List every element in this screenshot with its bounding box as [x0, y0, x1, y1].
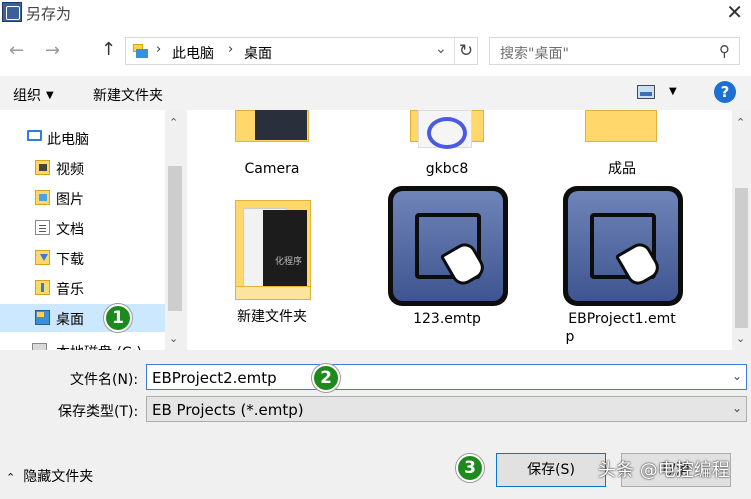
- scroll-down-icon[interactable]: ⌄: [736, 332, 745, 345]
- desktop-location-icon: [133, 44, 149, 58]
- folder-preview-image: [418, 110, 472, 149]
- folder-icon: [585, 110, 657, 142]
- preview-text: 化程序: [275, 257, 303, 267]
- view-mode-icon[interactable]: [637, 85, 655, 99]
- file-list-scrollbar[interactable]: ⌃ ⌄: [732, 110, 751, 350]
- scroll-up-icon[interactable]: ⌃: [169, 116, 178, 129]
- file-item-camera[interactable]: Camera: [187, 110, 357, 182]
- step-badge-3: 3: [456, 454, 484, 482]
- toolbar: 组织 ▼ 新建文件夹 ▼ ?: [0, 76, 751, 110]
- breadcrumb-separator[interactable]: ›: [228, 42, 233, 57]
- new-folder-button[interactable]: 新建文件夹: [93, 85, 163, 105]
- filename-value: EBProject2.emtp: [152, 369, 277, 387]
- filename-field[interactable]: EBProject2.emtp ⌄: [146, 364, 747, 390]
- search-placeholder: 搜索"桌面": [500, 46, 569, 62]
- window-title: 另存为: [26, 5, 72, 23]
- forward-arrow-icon[interactable]: →: [45, 40, 60, 61]
- scrollbar-thumb[interactable]: [168, 166, 182, 311]
- address-bar[interactable]: › 此电脑 › 桌面 ⌄ ↻: [125, 37, 478, 65]
- navigation-scrollbar[interactable]: ⌃ ⌄: [165, 110, 185, 350]
- file-list: Camera gkbc8 成品 化程序 新建文件夹 123.emtp EBPro…: [187, 110, 732, 350]
- sidebar-item-label: 下载: [56, 252, 84, 268]
- watermark: 头条 @电控编程: [598, 460, 730, 481]
- sidebar-item-label: 本地磁盘 (C:): [56, 342, 142, 350]
- step-badge-1: 1: [104, 304, 132, 332]
- folder-preview-image: [255, 110, 307, 140]
- file-name: Camera: [244, 161, 300, 177]
- file-name: 成品: [608, 161, 636, 177]
- sidebar-item-label: 此电脑: [47, 132, 89, 148]
- emtp-file-icon: [388, 186, 508, 306]
- file-item-123-emtp[interactable]: 123.emtp: [362, 186, 532, 327]
- filetype-label: 保存类型(T):: [58, 404, 139, 420]
- sidebar-item-label: 文档: [56, 222, 84, 238]
- emtp-file-icon: [563, 186, 683, 306]
- breadcrumb-desktop[interactable]: 桌面: [244, 43, 272, 63]
- computer-icon: [27, 130, 42, 141]
- scroll-up-icon[interactable]: ⌃: [736, 116, 745, 129]
- sidebar-item-pictures[interactable]: 图片: [0, 184, 165, 212]
- view-caret-icon[interactable]: ▼: [669, 86, 677, 97]
- app-icon: [2, 2, 22, 22]
- desktop-folder-icon: [35, 310, 50, 325]
- file-name: 新建文件夹: [237, 309, 307, 325]
- up-arrow-icon[interactable]: ↑: [101, 39, 116, 60]
- title-bar: 另存为 ✕: [0, 0, 751, 30]
- search-icon: ⚲: [719, 42, 730, 60]
- sidebar-item-label: 图片: [56, 192, 84, 208]
- step-badge-2: 2: [312, 364, 340, 392]
- navigation-pane: 此电脑 视频 图片 文档 下载 音乐 桌面 本地磁盘 (C:): [0, 110, 185, 350]
- sidebar-item-videos[interactable]: 视频: [0, 154, 165, 182]
- breadcrumb-separator[interactable]: ›: [156, 42, 161, 57]
- file-name: gkbc8: [425, 161, 469, 177]
- documents-folder-icon: [35, 220, 50, 235]
- breadcrumb-this-pc[interactable]: 此电脑: [172, 43, 214, 63]
- help-icon[interactable]: ?: [714, 81, 736, 103]
- organize-label: 组织: [13, 88, 41, 104]
- filetype-value: EB Projects (*.emtp): [152, 401, 304, 419]
- folder-front: [235, 286, 311, 300]
- sidebar-item-documents[interactable]: 文档: [0, 214, 165, 242]
- file-item-ebproject1-emtp[interactable]: EBProject1.emt p: [537, 186, 707, 350]
- sidebar-item-label: 视频: [56, 162, 84, 178]
- address-dropdown-icon[interactable]: ⌄: [435, 41, 447, 57]
- sidebar-item-music[interactable]: 音乐: [0, 274, 165, 302]
- pictures-folder-icon: [35, 190, 50, 205]
- document-preview: 化程序: [263, 210, 307, 294]
- filename-label: 文件名(N):: [70, 372, 139, 388]
- file-name: 123.emtp: [413, 311, 481, 327]
- close-icon[interactable]: ✕: [726, 0, 743, 24]
- file-item-new-folder[interactable]: 化程序 新建文件夹: [187, 190, 357, 330]
- caret-down-icon: ▼: [46, 90, 54, 101]
- chevron-down-icon[interactable]: ⌄: [732, 401, 742, 415]
- sidebar-item-downloads[interactable]: 下载: [0, 244, 165, 272]
- sidebar-item-desktop[interactable]: 桌面: [0, 304, 165, 332]
- save-button[interactable]: 保存(S): [496, 453, 606, 487]
- back-arrow-icon[interactable]: ←: [9, 40, 24, 61]
- downloads-folder-icon: [35, 250, 50, 265]
- file-name-line2: p: [565, 329, 575, 345]
- scrollbar-thumb[interactable]: [735, 188, 748, 328]
- sidebar-item-this-pc[interactable]: 此电脑: [0, 124, 165, 152]
- filetype-select[interactable]: EB Projects (*.emtp) ⌄: [146, 396, 747, 422]
- scroll-down-icon[interactable]: ⌄: [169, 332, 178, 345]
- chevron-down-icon[interactable]: ⌄: [732, 369, 742, 383]
- file-item-gkbc8[interactable]: gkbc8: [362, 110, 532, 182]
- drive-icon: [32, 343, 47, 350]
- search-input[interactable]: 搜索"桌面" ⚲: [489, 37, 740, 65]
- organize-button[interactable]: 组织 ▼: [13, 85, 54, 105]
- file-item-finished[interactable]: 成品: [537, 110, 707, 182]
- sidebar-item-label: 音乐: [56, 282, 84, 298]
- refresh-icon[interactable]: ↻: [454, 38, 477, 64]
- chevron-up-icon: ⌃: [6, 471, 16, 484]
- file-name-line1: EBProject1.emt: [568, 311, 676, 327]
- hide-folders-label: 隐藏文件夹: [23, 469, 94, 485]
- sidebar-item-label: 桌面: [56, 312, 84, 328]
- sidebar-item-local-disk[interactable]: 本地磁盘 (C:): [0, 337, 165, 350]
- videos-folder-icon: [35, 160, 50, 175]
- music-folder-icon: [35, 280, 50, 295]
- hide-folders-toggle[interactable]: ⌃ 隐藏文件夹: [6, 466, 93, 486]
